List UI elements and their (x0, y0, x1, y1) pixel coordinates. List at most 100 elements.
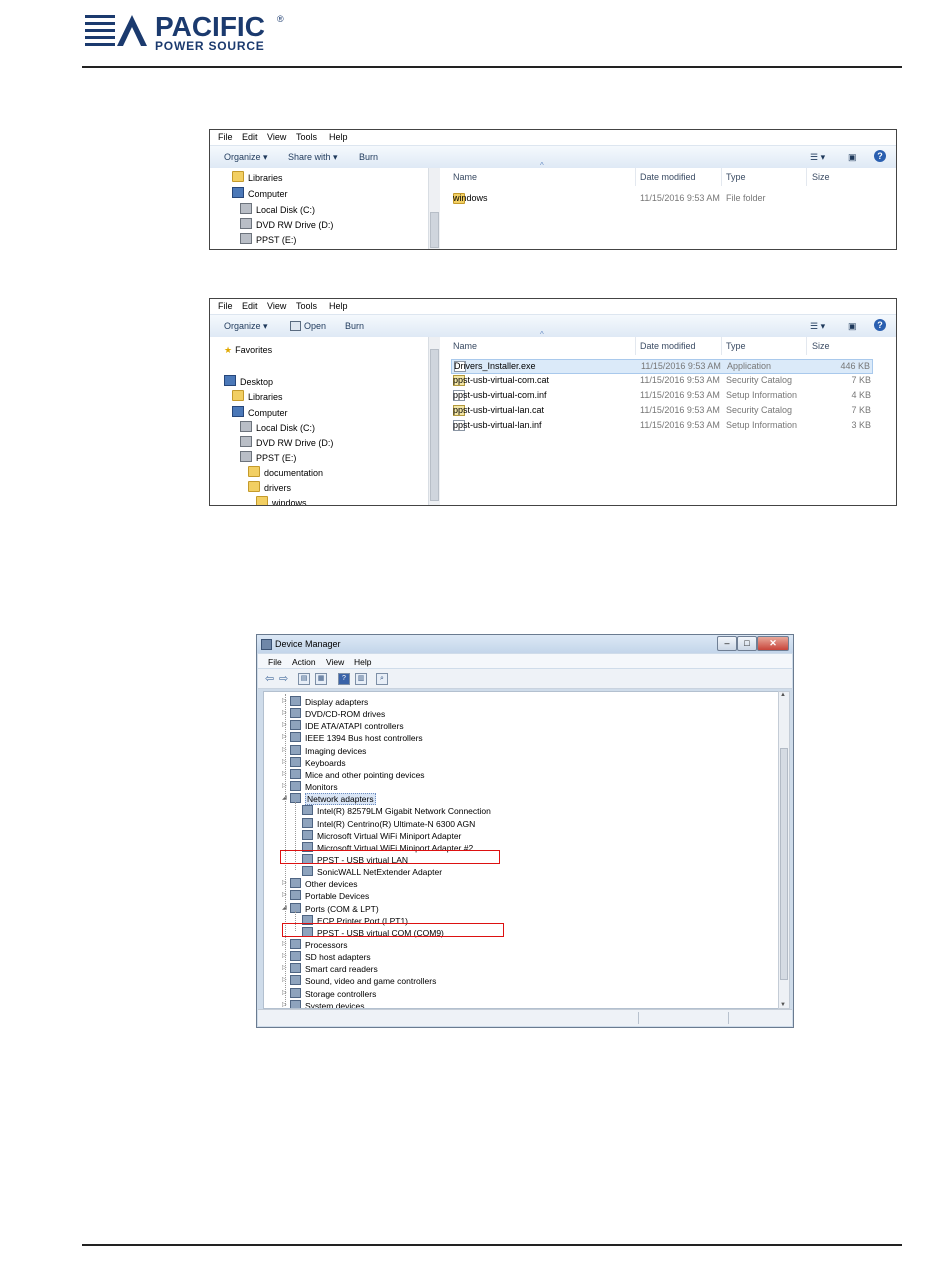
tree-item[interactable]: ▷ Sound, video and game controllers (282, 975, 437, 987)
table-row[interactable]: ppst-usb-virtual-lan.cat 11/15/2016 9:53… (453, 404, 871, 417)
close-button[interactable]: ✕ (757, 636, 789, 651)
menu-tools[interactable]: Tools (296, 132, 317, 142)
column-size[interactable]: Size (812, 341, 830, 351)
nav-item-drivers[interactable]: drivers (248, 481, 291, 493)
minimize-button[interactable]: – (717, 636, 737, 651)
nav-item-documentation[interactable]: documentation (248, 466, 323, 478)
window-title: Device Manager (275, 639, 341, 649)
back-arrow-icon[interactable]: ⇦ (265, 672, 274, 685)
column-date[interactable]: Date modified (640, 341, 696, 351)
drive-icon (240, 233, 252, 244)
table-row[interactable]: windows 11/15/2016 9:53 AM File folder (453, 192, 893, 206)
burn-button[interactable]: Burn (345, 321, 364, 331)
burn-button[interactable]: Burn (359, 152, 378, 162)
scroll-thumb[interactable] (430, 349, 439, 501)
scroll-thumb[interactable] (780, 748, 788, 980)
menu-view[interactable]: View (267, 301, 286, 311)
show-hide-tree-icon[interactable]: ▤ (298, 673, 310, 685)
tree-item[interactable]: SonicWALL NetExtender Adapter (302, 866, 442, 877)
help-icon[interactable]: ? (338, 673, 350, 685)
tree-item-label: Smart card readers (305, 964, 378, 975)
tree-item-label: Network adapters (305, 793, 376, 806)
share-with-button[interactable]: Share with ▾ (288, 152, 338, 163)
scroll-down-icon[interactable]: ▼ (780, 1002, 786, 1008)
column-type[interactable]: Type (726, 341, 746, 351)
column-name[interactable]: Name (453, 172, 477, 182)
tree-item[interactable]: ▷ Mice and other pointing devices (282, 768, 425, 780)
preview-pane-icon[interactable]: ▣ (848, 152, 857, 163)
nav-item-local-disk[interactable]: Local Disk (C:) (240, 203, 315, 215)
nav-item-local-disk[interactable]: Local Disk (C:) (240, 421, 315, 433)
table-row[interactable]: ppst-usb-virtual-lan.inf 11/15/2016 9:53… (453, 419, 871, 432)
properties-icon[interactable]: ▦ (315, 673, 327, 685)
organize-button[interactable]: Organize ▾ (224, 321, 268, 332)
tree-item[interactable]: ▷ IEEE 1394 Bus host controllers (282, 732, 423, 743)
nav-item-favorites[interactable]: ★ Favorites (224, 345, 272, 356)
menu-file[interactable]: File (268, 657, 282, 667)
tree-scrollbar[interactable]: ▲ ▼ (778, 691, 790, 1009)
nav-item-computer[interactable]: Computer (232, 406, 288, 418)
help-icon[interactable]: ? (874, 319, 886, 331)
nav-scrollbar[interactable] (428, 337, 440, 505)
column-name[interactable]: Name (453, 341, 477, 351)
tree-item[interactable]: ▷ SD host adapters (282, 951, 371, 962)
nav-item-libraries[interactable]: Libraries (232, 390, 283, 402)
menu-file[interactable]: File (218, 132, 233, 142)
table-row-selected[interactable]: Drivers_Installer.exe 11/15/2016 9:53 AM… (451, 359, 873, 374)
tree-item[interactable]: ▷ Processors (282, 939, 348, 950)
menu-help[interactable]: Help (329, 132, 348, 142)
tree-item[interactable]: ◢ Ports (COM & LPT) (282, 902, 379, 914)
tree-item[interactable]: ▷ Display adapters (282, 696, 368, 707)
menu-edit[interactable]: Edit (242, 132, 258, 142)
tree-item[interactable]: ▷ Imaging devices (282, 744, 366, 756)
tree-item[interactable]: ▷ DVD/CD-ROM drives (282, 708, 385, 719)
view-options-icon[interactable]: ☰ ▾ (810, 321, 825, 332)
tree-item[interactable]: ▷ System devices (282, 999, 365, 1008)
view-icon[interactable]: ▥ (355, 673, 367, 685)
column-type[interactable]: Type (726, 172, 746, 182)
table-row[interactable]: ppst-usb-virtual-com.cat 11/15/2016 9:53… (453, 374, 871, 387)
menu-edit[interactable]: Edit (242, 301, 258, 311)
tree-item[interactable]: ▷ Portable Devices (282, 890, 369, 901)
menu-help[interactable]: Help (329, 301, 348, 311)
nav-item-libraries[interactable]: Libraries (232, 171, 283, 183)
column-size[interactable]: Size (812, 172, 830, 182)
scroll-thumb[interactable] (430, 212, 439, 248)
preview-pane-icon[interactable]: ▣ (848, 321, 857, 332)
forward-arrow-icon[interactable]: ⇨ (279, 672, 288, 685)
open-button[interactable]: Open (304, 321, 326, 331)
tree-item-label: Sound, video and game controllers (305, 976, 437, 987)
tree-item[interactable]: Microsoft Virtual WiFi Miniport Adapter (302, 829, 461, 841)
tree-item[interactable]: ▷ Keyboards (282, 756, 346, 768)
menu-help[interactable]: Help (354, 657, 371, 667)
tree-item[interactable]: ▷ Storage controllers (282, 987, 376, 999)
scroll-up-icon[interactable]: ▲ (780, 692, 786, 698)
nav-item-windows[interactable]: windows (256, 496, 307, 505)
organize-button[interactable]: Organize ▾ (224, 152, 268, 163)
help-icon[interactable]: ? (874, 150, 886, 162)
nav-item-dvd-drive[interactable]: DVD RW Drive (D:) (240, 436, 333, 448)
tree-item[interactable]: ▷ IDE ATA/ATAPI controllers (282, 720, 404, 731)
table-row[interactable]: ppst-usb-virtual-com.inf 11/15/2016 9:53… (453, 389, 871, 402)
scan-hardware-icon[interactable]: ⌕ (376, 673, 388, 685)
nav-item-dvd-drive[interactable]: DVD RW Drive (D:) (240, 218, 333, 230)
nav-item-computer[interactable]: Computer (232, 187, 288, 199)
tree-item[interactable]: Intel(R) 82579LM Gigabit Network Connect… (302, 805, 491, 816)
nav-item-ppst-drive[interactable]: PPST (E:) (240, 451, 296, 463)
menu-view[interactable]: View (267, 132, 286, 142)
tree-item[interactable]: ▷ Other devices (282, 878, 357, 889)
tree-item[interactable]: ▷ Smart card readers (282, 963, 378, 975)
menu-file[interactable]: File (218, 301, 233, 311)
maximize-button[interactable]: □ (737, 636, 757, 651)
nav-scrollbar[interactable] (428, 168, 440, 249)
view-options-icon[interactable]: ☰ ▾ (810, 152, 825, 163)
tree-item[interactable]: Intel(R) Centrino(R) Ultimate-N 6300 AGN (302, 817, 475, 829)
tree-item[interactable]: ◢ Network adapters (282, 793, 376, 806)
nav-item-ppst-drive[interactable]: PPST (E:) (240, 233, 296, 245)
menu-tools[interactable]: Tools (296, 301, 317, 311)
column-date[interactable]: Date modified (640, 172, 696, 182)
menu-view[interactable]: View (326, 657, 344, 667)
nav-item-desktop[interactable]: Desktop (224, 375, 273, 387)
menu-action[interactable]: Action (292, 657, 316, 667)
tree-item[interactable]: ▷ Monitors (282, 781, 338, 792)
